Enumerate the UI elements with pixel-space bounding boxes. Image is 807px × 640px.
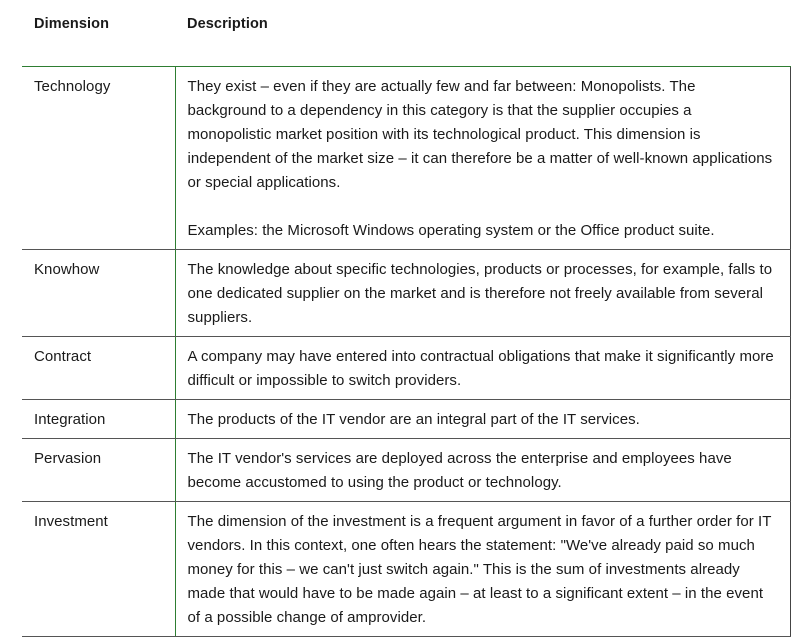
dimension-cell: Contract (22, 336, 176, 400)
table-row: Knowhow The knowledge about specific tec… (22, 249, 791, 337)
table-row: Pervasion The IT vendor's services are d… (22, 438, 791, 502)
dimension-cell: Integration (22, 399, 176, 439)
table-row: Integration The products of the IT vendo… (22, 399, 791, 439)
description-cell: The dimension of the investment is a fre… (175, 501, 791, 637)
description-cell: A company may have entered into contract… (175, 336, 791, 400)
header-description: Description (175, 0, 790, 67)
description-paragraph: The IT vendor's services are deployed ac… (187, 450, 732, 491)
dimension-cell: Technology (22, 66, 176, 250)
table-row: Investment The dimension of the investme… (22, 501, 791, 637)
description-cell: The knowledge about specific technologie… (175, 249, 791, 337)
header-dimension: Dimension (22, 0, 175, 67)
description-paragraph: Examples: the Microsoft Windows operatin… (187, 222, 715, 239)
dimension-cell: Knowhow (22, 249, 176, 337)
dimension-cell: Investment (22, 501, 176, 637)
description-cell: They exist – even if they are actually f… (175, 66, 791, 250)
dependency-dimensions-table: Dimension Description Technology They ex… (22, 0, 791, 637)
description-cell: The products of the IT vendor are an int… (175, 399, 791, 439)
table-row: Contract A company may have entered into… (22, 336, 791, 400)
description-paragraph: The knowledge about specific technologie… (187, 261, 773, 326)
description-cell: The IT vendor's services are deployed ac… (175, 438, 791, 502)
description-paragraph: A company may have entered into contract… (187, 348, 774, 389)
table-header-row: Dimension Description (22, 0, 790, 67)
description-paragraph: The dimension of the investment is a fre… (187, 513, 772, 626)
dimension-cell: Pervasion (22, 438, 176, 502)
table-row: Technology They exist – even if they are… (22, 66, 791, 250)
description-paragraph: The products of the IT vendor are an int… (187, 411, 640, 428)
description-paragraph: They exist – even if they are actually f… (187, 78, 773, 191)
